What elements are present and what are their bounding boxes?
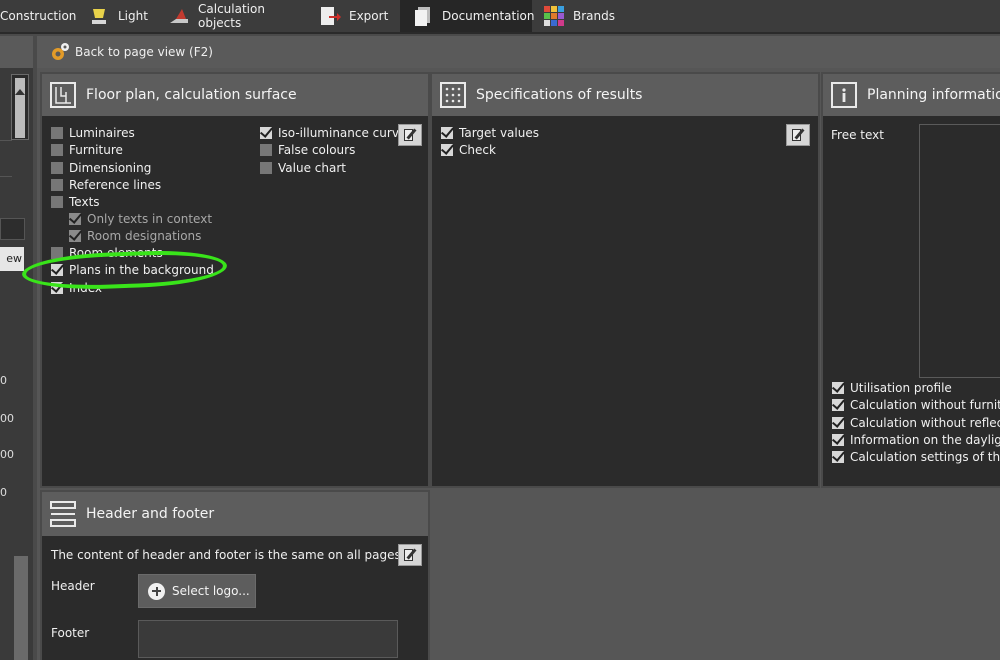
tab-export[interactable]: Export [319, 0, 397, 32]
sidebar-value: 0 [0, 374, 7, 387]
checkbox-utilisation-profile[interactable]: Utilisation profile [832, 381, 952, 395]
tab-label: Export [349, 9, 389, 23]
checkbox-luminaires[interactable]: Luminaires [51, 126, 135, 140]
header-footer-icon [50, 501, 76, 527]
header-label: Header [51, 579, 95, 593]
info-icon [831, 82, 857, 108]
floor-plan-panel: Floor plan, calculation surface Luminair… [40, 72, 430, 488]
panel-header: Specifications of results [432, 74, 818, 116]
panel-header: Floor plan, calculation surface [42, 74, 428, 116]
header-footer-panel: Header and footer The content of header … [40, 490, 430, 660]
left-sidebar: ew 0 00 00 0 [0, 36, 33, 660]
sidebar-value: 00 [0, 412, 14, 425]
panel-title: Specifications of results [476, 87, 643, 103]
planning-information-panel: Planning information Free text Utilisati… [821, 72, 1000, 488]
documentation-area: Back to page view (F2) Floor plan, calcu… [37, 36, 1000, 660]
panel-title: Header and footer [86, 506, 215, 522]
checkbox-reference-lines[interactable]: Reference lines [51, 178, 161, 192]
footer-input[interactable] [138, 620, 398, 658]
gear-icon [49, 41, 71, 63]
checkbox-index[interactable]: Index [51, 281, 102, 295]
divider [0, 140, 12, 141]
sidebar-value: 0 [0, 486, 7, 499]
checkbox-dimensioning[interactable]: Dimensioning [51, 161, 151, 175]
checkbox-check[interactable]: Check [441, 143, 496, 157]
back-label: Back to page view (F2) [75, 45, 213, 59]
checkbox-calculation-without-furniture[interactable]: Calculation without furniture [832, 398, 1000, 412]
tab-label: Light [118, 9, 148, 23]
tab-label: Documentation [442, 9, 535, 23]
panel-header: Header and footer [42, 492, 428, 536]
checkbox-target-values[interactable]: Target values [441, 126, 539, 140]
select-logo-label: Select logo... [172, 584, 250, 598]
divider [0, 176, 12, 177]
tab-construction[interactable]: Construction [0, 0, 80, 32]
checkbox-plans-in-background[interactable]: Plans in the background [51, 263, 214, 277]
footer-label: Footer [51, 626, 90, 640]
sidebar-field[interactable] [0, 218, 25, 240]
tab-documentation[interactable]: Documentation [400, 0, 535, 32]
specifications-panel: Specifications of results Target values … [430, 72, 820, 488]
tab-light[interactable]: Light [88, 0, 162, 32]
header-footer-note: The content of header and footer is the … [51, 548, 405, 562]
checkbox-room-designations[interactable]: Room designations [69, 229, 201, 243]
checkbox-only-texts-in-context[interactable]: Only texts in context [69, 212, 212, 226]
documentation-icon [412, 5, 434, 27]
edit-button[interactable] [398, 544, 422, 566]
sidebar-view-button[interactable]: ew [0, 247, 24, 271]
tab-label: Calculation objects [198, 2, 265, 30]
calculation-objects-icon [168, 5, 190, 27]
panel-header: Planning information [823, 74, 1000, 116]
checkbox-furniture[interactable]: Furniture [51, 143, 123, 157]
brands-icon [543, 5, 565, 27]
sidebar-vertical-scrollbar[interactable] [14, 556, 28, 660]
tab-calculation-objects[interactable]: Calculation objects [168, 0, 310, 32]
sidebar-scrollbar[interactable] [11, 74, 29, 140]
checkbox-room-elements[interactable]: Room elements [51, 246, 163, 260]
lamp-icon [88, 5, 110, 27]
tab-brands[interactable]: Brands [543, 0, 623, 32]
checkbox-texts[interactable]: Texts [51, 195, 100, 209]
export-icon [319, 5, 341, 27]
scroll-thumb[interactable] [15, 78, 25, 138]
tab-label: Construction [0, 9, 77, 23]
scroll-up-icon [15, 89, 25, 95]
checkbox-calculation-settings[interactable]: Calculation settings of the en [832, 450, 1000, 464]
free-text-label: Free text [831, 128, 884, 142]
sidebar-value: 00 [0, 448, 14, 461]
main-menu-bar: Construction Light Calculation objects E… [0, 0, 1000, 34]
checkbox-iso-illuminance-curves[interactable]: Iso-illuminance curves [260, 126, 413, 140]
floor-plan-icon [50, 82, 76, 108]
panel-title: Planning information [867, 87, 1000, 103]
tab-label: Brands [573, 9, 615, 23]
edit-button[interactable] [398, 124, 422, 146]
checkbox-false-colours[interactable]: False colours [260, 143, 355, 157]
panel-title: Floor plan, calculation surface [86, 87, 297, 103]
sidebar-header [0, 36, 33, 68]
grid-icon [440, 82, 466, 108]
back-to-page-view-button[interactable]: Back to page view (F2) [37, 36, 1000, 68]
checkbox-value-chart[interactable]: Value chart [260, 161, 346, 175]
edit-button[interactable] [786, 124, 810, 146]
checkbox-calculation-without-reflection[interactable]: Calculation without reflection [832, 416, 1000, 430]
checkbox-daylight-information[interactable]: Information on the daylight [832, 433, 1000, 447]
plus-circle-icon [148, 582, 165, 600]
free-text-input[interactable] [919, 124, 1000, 378]
select-logo-button[interactable]: Select logo... [138, 574, 256, 608]
